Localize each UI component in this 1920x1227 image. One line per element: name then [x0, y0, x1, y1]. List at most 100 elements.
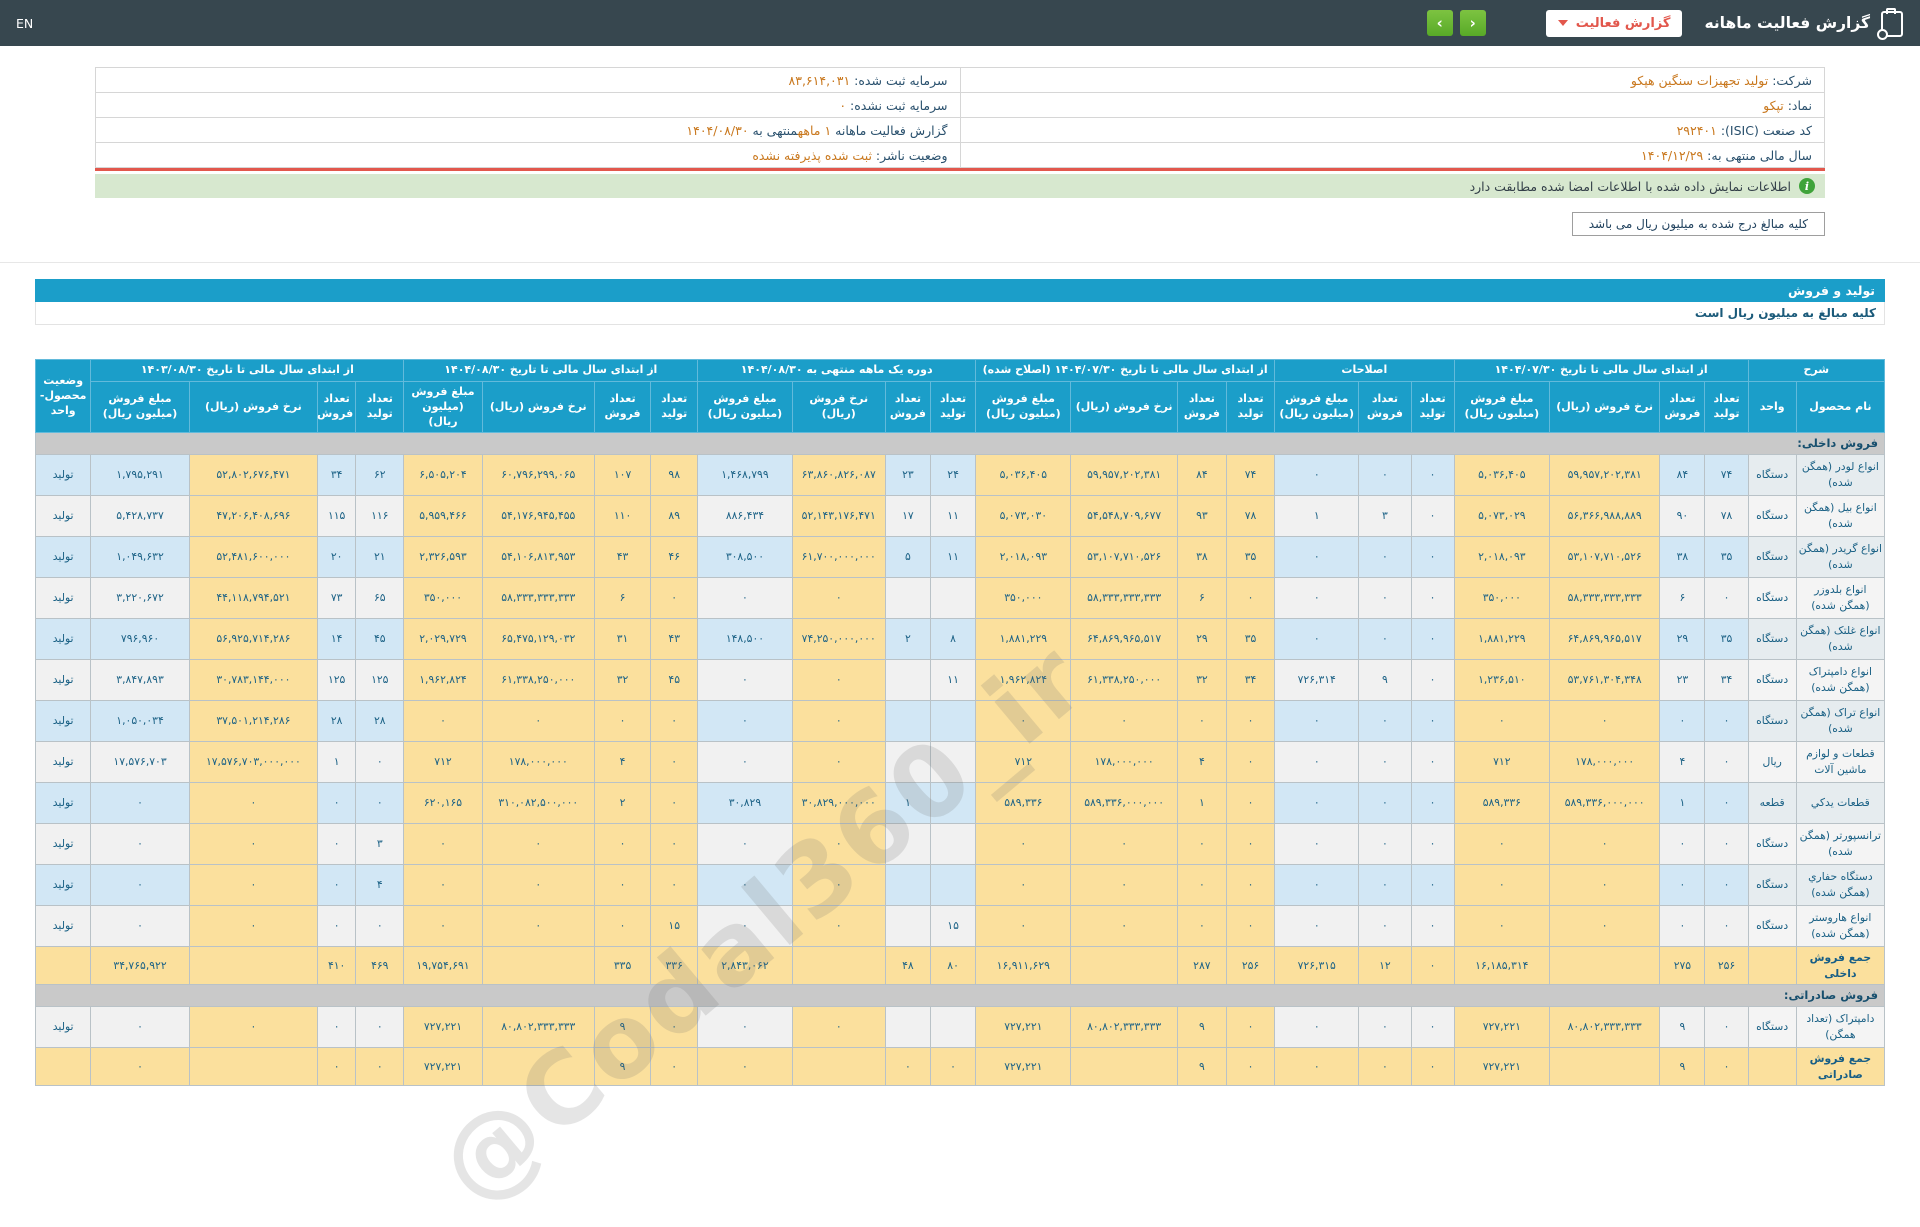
month-cell: ۱۵ [929, 905, 977, 948]
month-cell [929, 864, 977, 907]
py0830-cell: ۰ [90, 905, 190, 948]
month-cell: ۰ [929, 1046, 977, 1087]
py0830-cell: ۱۴ [317, 618, 357, 661]
report-type-dropdown[interactable]: گزارش فعالیت [1545, 9, 1683, 37]
fy0730c-cell: ۰ [1225, 905, 1276, 948]
header-fy0730c-sold: تعداد فروش [1176, 380, 1227, 434]
status-cell: تولید [34, 700, 92, 743]
month-cell: ۱۱ [929, 495, 977, 538]
month-cell: ۱,۴۶۸,۷۹۹ [697, 454, 793, 497]
fy0730c-cell: ۷۴ [1225, 454, 1276, 497]
fy0730-cell: ۵,۰۳۶,۴۰۵ [1453, 454, 1550, 497]
fy0730-cell: ۱۶,۱۸۵,۳۱۴ [1453, 946, 1550, 986]
fy0830-cell: ۹۸ [650, 454, 699, 497]
month-cell: ۰ [697, 905, 793, 948]
month-cell: ۱ [884, 782, 932, 825]
py0830-cell: ۴۱۰ [317, 946, 357, 986]
header-py0830-prod: تعداد تولید [355, 380, 405, 434]
language-toggle[interactable]: EN [16, 16, 33, 31]
fy0830-cell: ۵۸,۳۳۳,۳۳۳,۳۳۳ [481, 577, 595, 620]
fy0730-cell: ۰ [1548, 823, 1661, 866]
nav-prev-button[interactable]: ‹ [1459, 10, 1486, 36]
header-group-fy0730c: از ابتدای سال مالی تا تاریخ ۱۴۰۴/۰۷/۳۰ (… [975, 359, 1276, 382]
py0830-cell: ۴۶۹ [355, 946, 405, 986]
status-cell: تولید [34, 823, 92, 866]
month-cell: ۶۳,۸۶۰,۸۲۶,۰۸۷ [791, 454, 886, 497]
info-cell-registered-capital: سرمایه ثبت شده: ۸۳,۶۱۴,۰۳۱ [95, 67, 961, 93]
adj-cell: ۰ [1410, 905, 1455, 948]
fy0730c-cell: ۰ [1225, 1006, 1276, 1048]
fy0830-cell: ۰ [403, 864, 483, 907]
header-group-py0830: از ابتدای سال مالی تا تاریخ ۱۴۰۳/۰۸/۳۰ [90, 359, 405, 382]
fy0730c-cell: ۵,۰۳۶,۴۰۵ [975, 454, 1072, 497]
table-row: انواع هاروستر (همگن شده) دستگاه ۰ ۰ ۰ ۰ ۰ ۰ ۰ ۰ ۰ ۰… [34, 905, 1886, 948]
fy0730c-cell: ۲,۰۱۸,۰۹۳ [975, 536, 1072, 579]
fy0830-cell: ۰ [650, 782, 699, 825]
adj-cell: ۱۲ [1358, 946, 1412, 986]
fy0730-cell: ۲۷۵ [1659, 946, 1706, 986]
fy0830-cell: ۰ [650, 1006, 699, 1048]
unit-cell: دستگاه [1747, 495, 1797, 538]
fy0730-cell: ۰ [1548, 864, 1661, 907]
fy0830-cell: ۳۳۵ [593, 946, 652, 986]
info-row: سال مالی منتهی به: ۱۴۰۴/۱۲/۲۹ وضعیت ناشر:… [95, 142, 1825, 168]
fy0730-cell: ۰ [1453, 700, 1550, 743]
app-bar: گزارش فعالیت ماهانه گزارش فعالیت ‹ › EN [0, 0, 1920, 46]
product-name-cell: انواع تراک (همگن شده) [1795, 700, 1886, 743]
product-name-cell: انواع گریدر (همگن شده) [1795, 536, 1886, 579]
adj-cell: ۰ [1274, 741, 1360, 784]
month-cell: ۰ [697, 741, 793, 784]
production-table-body: فروش داخلی: انواع لودر (همگن شده) دستگاه ۷۴… [34, 432, 1886, 1087]
month-cell [884, 700, 932, 743]
py0830-cell: ۱,۰۴۹,۶۳۲ [90, 536, 190, 579]
fy0730-cell: ۰ [1704, 782, 1749, 825]
fy0730-cell: ۰ [1704, 700, 1749, 743]
fy0730-cell: ۰ [1453, 905, 1550, 948]
header-month-prod: تعداد تولید [929, 380, 977, 434]
fy0830-cell: ۶۰,۷۹۶,۲۹۹,۰۶۵ [481, 454, 595, 497]
py0830-cell: ۱,۰۵۰,۰۳۴ [90, 700, 190, 743]
py0830-cell [188, 1046, 319, 1087]
fy0730-cell: ۵۳,۱۰۷,۷۱۰,۵۲۶ [1548, 536, 1661, 579]
adj-cell: ۰ [1358, 864, 1412, 907]
fy0730c-cell: ۹۳ [1176, 495, 1227, 538]
table-row: انواع دامپتراک (همگن شده) دستگاه ۳۴ ۲۳ ۵۳,۷۶… [34, 659, 1886, 702]
info-cell-company: شرکت: تولید تجهیزات سنگین هپکو [959, 67, 1825, 93]
nav-next-button[interactable]: › [1426, 10, 1453, 36]
table-row: انواع گریدر (همگن شده) دستگاه ۳۵ ۳۸ ۵۳,۱۰۷,۷… [34, 536, 1886, 579]
table-row: ترانسپورتر (همگن شده) دستگاه ۰ ۰ ۰ ۰ ۰ ۰ ۰ ۰ ۰ ۰ ۰ ۰ ۰… [34, 823, 1886, 866]
status-cell: تولید [34, 659, 92, 702]
info-label: سال مالی منتهی به: [1703, 147, 1812, 163]
adj-cell: ۰ [1274, 782, 1360, 825]
header-fy0730c-amount: مبلغ فروش (میلیون ریال) [975, 380, 1072, 434]
fy0830-cell: ۴۶ [650, 536, 699, 579]
adj-cell: ۰ [1274, 1046, 1360, 1087]
fy0830-cell: ۰ [650, 1046, 699, 1087]
fy0730-cell [1548, 1046, 1661, 1087]
month-cell: ۱۱ [929, 536, 977, 579]
month-cell: ۲ [884, 618, 932, 661]
fy0730-cell: ۵۸۹,۳۳۶ [1453, 782, 1550, 825]
month-cell: ۲۴ [929, 454, 977, 497]
fy0730c-cell: ۰ [975, 823, 1072, 866]
month-cell [929, 741, 977, 784]
info-label: سرمایه ثبت نشده: [846, 97, 948, 113]
fy0730c-cell: ۳۸ [1176, 536, 1227, 579]
table-row: انواع بلدوزر (همگن شده) دستگاه ۰ ۶ ۵۸,۳۳۳,۳۳… [34, 577, 1886, 620]
info-value: ۱۴۰۴/۰۸/۳۰ [686, 122, 749, 138]
product-name-cell: قطعات و لوازم ماشین آلات [1795, 741, 1886, 784]
header-fy0730-sold: تعداد فروش [1659, 380, 1706, 434]
adj-cell: ۳ [1358, 495, 1412, 538]
py0830-cell: ۴۷,۲۰۶,۴۰۸,۶۹۶ [188, 495, 319, 538]
header-fy0830-amount: مبلغ فروش (میلیون ریال) [403, 380, 483, 434]
header-py0830-amount: مبلغ فروش (میلیون ریال) [90, 380, 190, 434]
fy0730-cell: ۰ [1704, 905, 1749, 948]
fy0730c-cell: ۲۸۷ [1176, 946, 1227, 986]
amounts-note-box: کلیه مبالغ درج شده به میلیون ریال می باش… [1571, 212, 1825, 236]
py0830-cell: ۰ [317, 1006, 357, 1048]
fy0830-cell [481, 946, 595, 986]
product-name-cell: دستگاه حفاري (همگن شده) [1795, 864, 1886, 907]
fy0830-cell [481, 1046, 595, 1087]
py0830-cell: ۳,۸۴۷,۸۹۳ [90, 659, 190, 702]
fy0730c-cell: ۰ [1070, 700, 1178, 743]
